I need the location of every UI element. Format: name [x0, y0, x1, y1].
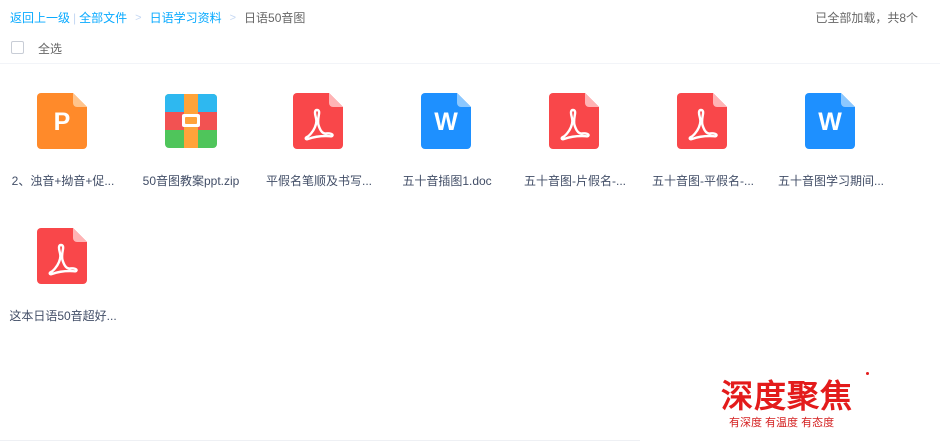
- file-type-letter: W: [434, 108, 458, 136]
- file-type-letter: W: [818, 108, 842, 136]
- toolbar: 返回上一级 | 全部文件 > 日语学习资料 > 日语50音图 已全部加载，共8个: [0, 0, 940, 34]
- doc-file-icon: W: [805, 92, 857, 150]
- watermark-logo: 深度聚焦 有深度 有温度 有态度: [705, 372, 875, 434]
- pdf-file-icon: [677, 92, 729, 150]
- all-files-link[interactable]: 全部文件: [79, 9, 127, 26]
- file-item[interactable]: W 五十音图学习期间...: [768, 80, 894, 200]
- back-link[interactable]: 返回上一级: [10, 9, 70, 26]
- current-folder: 日语50音图: [244, 11, 306, 25]
- file-name[interactable]: 2、浊音+拗音+促...: [0, 172, 126, 189]
- file-name[interactable]: 五十音插图1.doc: [384, 172, 510, 189]
- divider: [0, 440, 640, 441]
- file-type-letter: P: [53, 108, 71, 136]
- breadcrumb: 返回上一级 | 全部文件 > 日语学习资料 > 日语50音图: [10, 9, 305, 26]
- file-name[interactable]: 50音图教案ppt.zip: [128, 172, 254, 189]
- watermark-subtitle: 有深度 有温度 有态度: [729, 417, 835, 429]
- file-item[interactable]: 50音图教案ppt.zip: [128, 80, 254, 200]
- file-name[interactable]: 五十音图-片假名-...: [512, 172, 638, 189]
- file-name[interactable]: 这本日语50音超好...: [0, 307, 126, 324]
- breadcrumb-arrow-icon: >: [229, 11, 237, 24]
- load-status: 已全部加载，共8个: [815, 11, 918, 25]
- select-bar: 全选: [0, 34, 940, 64]
- file-name[interactable]: 五十音图学习期间...: [768, 172, 894, 189]
- select-all-checkbox[interactable]: [11, 41, 24, 54]
- watermark-dot: [866, 372, 869, 375]
- pdf-file-icon: [37, 227, 89, 285]
- file-name[interactable]: 平假名笔顺及书写...: [256, 172, 382, 189]
- breadcrumb-divider: |: [73, 10, 77, 25]
- file-item[interactable]: 五十音图-平假名-...: [640, 80, 766, 200]
- ppt-file-icon: P: [37, 92, 89, 150]
- zip-file-icon: [165, 92, 217, 150]
- file-item[interactable]: 五十音图-片假名-...: [512, 80, 638, 200]
- file-item[interactable]: 这本日语50音超好...: [0, 215, 126, 335]
- file-item[interactable]: W 五十音插图1.doc: [384, 80, 510, 200]
- file-name[interactable]: 五十音图-平假名-...: [640, 172, 766, 189]
- doc-file-icon: W: [421, 92, 473, 150]
- watermark-title: 深度聚焦: [721, 377, 854, 415]
- file-item[interactable]: 平假名笔顺及书写...: [256, 80, 382, 200]
- breadcrumb-arrow-icon: >: [135, 11, 142, 24]
- select-all-label[interactable]: 全选: [38, 40, 62, 57]
- pdf-file-icon: [549, 92, 601, 150]
- file-item[interactable]: P 2、浊音+拗音+促...: [0, 80, 126, 200]
- folder-link[interactable]: 日语学习资料: [150, 9, 222, 26]
- pdf-file-icon: [293, 92, 345, 150]
